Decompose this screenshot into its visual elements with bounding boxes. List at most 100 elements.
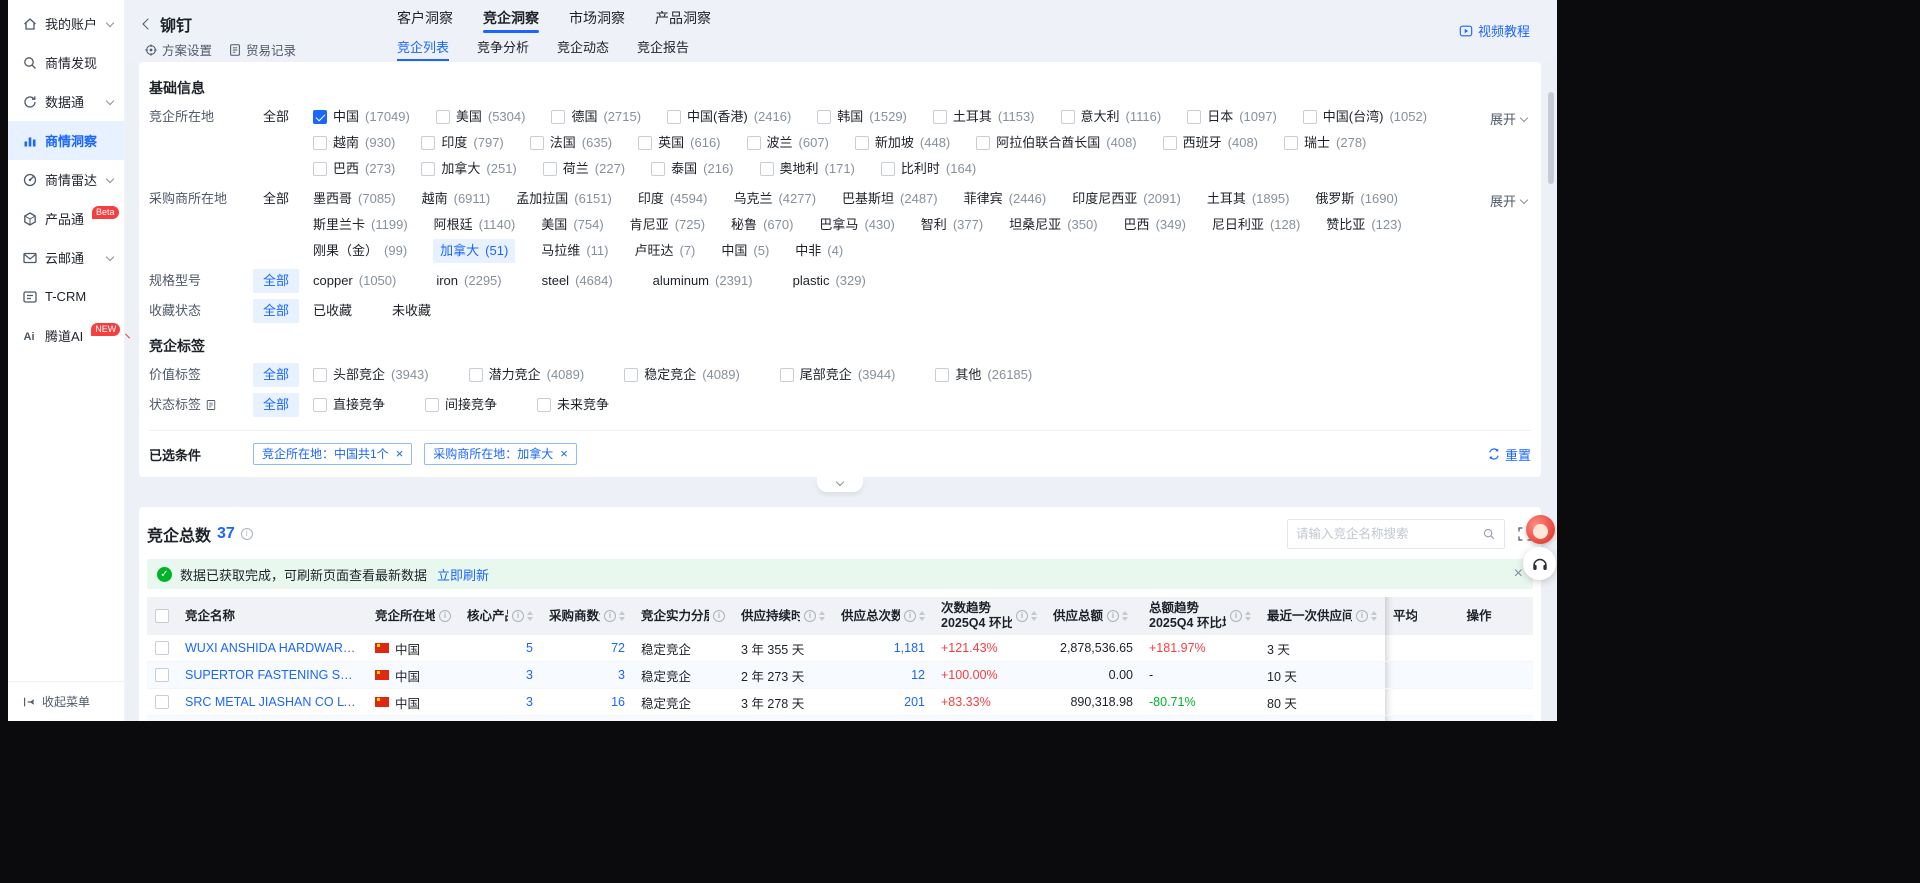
search-icon[interactable]: [1482, 527, 1496, 541]
checkbox[interactable]: [1284, 136, 1298, 150]
filter-option-中国[interactable]: 中国(5): [721, 239, 769, 263]
subtab-竞企报告[interactable]: 竞企报告: [637, 38, 689, 61]
filter-option-巴基斯坦[interactable]: 巴基斯坦(2487): [842, 187, 938, 211]
filter-option-墨西哥[interactable]: 墨西哥(7085): [313, 187, 396, 211]
filter-option-卢旺达[interactable]: 卢旺达(7): [634, 239, 695, 263]
sidebar-item-account[interactable]: 我的账户: [8, 4, 124, 43]
all-option-value-tags[interactable]: 全部: [253, 363, 299, 387]
sort-icon[interactable]: [527, 611, 533, 621]
filter-option-土耳其[interactable]: 土耳其(1895): [1207, 187, 1290, 211]
checkbox[interactable]: [667, 110, 681, 124]
filter-option-日本[interactable]: 日本(1097): [1187, 105, 1277, 129]
row-checkbox[interactable]: [155, 668, 169, 682]
column-header-amount[interactable]: 供应总额i: [1045, 597, 1141, 635]
search-input[interactable]: [1296, 527, 1476, 541]
filter-option-中国[interactable]: 中国(17049): [313, 105, 410, 129]
sort-icon[interactable]: [1031, 611, 1037, 621]
filter-option-间接竞争[interactable]: 间接竞争: [425, 393, 497, 417]
core-products-link[interactable]: 3: [526, 668, 533, 682]
header-action-方案设置[interactable]: 方案设置: [144, 40, 212, 59]
checkbox[interactable]: [425, 398, 439, 412]
all-option-spec-model[interactable]: 全部: [253, 269, 299, 293]
filter-option-plastic[interactable]: plastic(329): [793, 269, 866, 293]
sidebar-item-radar[interactable]: 商情雷达: [8, 160, 124, 199]
filter-option-英国[interactable]: 英国(616): [638, 131, 720, 155]
checkbox[interactable]: [1303, 110, 1317, 124]
checkbox[interactable]: [624, 368, 638, 382]
checkbox[interactable]: [421, 162, 435, 176]
filter-option-奥地利[interactable]: 奥地利(171): [760, 157, 855, 181]
sidebar-item-data-hub[interactable]: 数据通: [8, 82, 124, 121]
filter-option-新加坡[interactable]: 新加坡(448): [855, 131, 950, 155]
filter-option-巴拿马[interactable]: 巴拿马(430): [819, 213, 894, 237]
vertical-scrollbar[interactable]: [1548, 92, 1554, 184]
subtab-竞企动态[interactable]: 竞企动态: [557, 38, 609, 61]
checkbox[interactable]: [551, 110, 565, 124]
back-icon[interactable]: [142, 18, 153, 29]
checkbox[interactable]: [313, 110, 327, 124]
row-checkbox[interactable]: [155, 695, 169, 709]
filter-option-尾部竞企[interactable]: 尾部竞企(3944): [780, 363, 896, 387]
sidebar-item-product-hub[interactable]: 产品通Beta: [8, 199, 124, 238]
filter-option-波兰[interactable]: 波兰(607): [747, 131, 829, 155]
checkbox[interactable]: [881, 162, 895, 176]
buyer-count-link[interactable]: 3: [618, 668, 625, 682]
filter-option-美国[interactable]: 美国(754): [541, 213, 603, 237]
checkbox[interactable]: [935, 368, 949, 382]
filter-option-aluminum[interactable]: aluminum(2391): [653, 269, 753, 293]
filter-option-刚果（金）[interactable]: 刚果（金）(99): [313, 239, 407, 263]
checkbox[interactable]: [638, 136, 652, 150]
column-header-buyers[interactable]: 采购商数量i: [541, 597, 633, 635]
checkbox[interactable]: [537, 398, 551, 412]
subtab-竞争分析[interactable]: 竞争分析: [477, 38, 529, 61]
filter-option-稳定竞企[interactable]: 稳定竞企(4089): [624, 363, 740, 387]
buyer-count-link[interactable]: 16: [611, 695, 625, 709]
sidebar-item-discovery[interactable]: 商情发现: [8, 43, 124, 82]
filter-option-土耳其[interactable]: 土耳其(1153): [933, 105, 1035, 129]
filter-option-iron[interactable]: iron(2295): [436, 269, 501, 293]
filter-option-法国[interactable]: 法国(635): [530, 131, 612, 155]
checkbox[interactable]: [1163, 136, 1177, 150]
filter-option-俄罗斯[interactable]: 俄罗斯(1690): [1315, 187, 1398, 211]
supply-count-link[interactable]: 12: [911, 668, 925, 682]
company-name-link[interactable]: SRC METAL JIASHAN CO LTD: [185, 695, 359, 709]
checkbox[interactable]: [760, 162, 774, 176]
sort-icon[interactable]: [1122, 611, 1128, 621]
row-checkbox[interactable]: [155, 641, 169, 655]
checkbox[interactable]: [313, 136, 327, 150]
table-row[interactable]: WUXI ANSHIDA HARDWARE CO LTD中国572稳定竞企3 年…: [147, 635, 1533, 662]
checkbox[interactable]: [421, 136, 435, 150]
all-option-buyer-location[interactable]: 全部: [253, 187, 299, 211]
column-header-amount_trend[interactable]: 总额趋势2025Q4 环比增...i: [1141, 597, 1259, 635]
collapse-menu-button[interactable]: 收起菜单: [8, 681, 124, 721]
tab-竞企洞察[interactable]: 竞企洞察: [483, 7, 539, 29]
all-option-status-tags[interactable]: 全部: [253, 393, 299, 417]
checkbox[interactable]: [313, 162, 327, 176]
core-products-link[interactable]: 5: [526, 641, 533, 655]
filter-option-瑞士[interactable]: 瑞士(278): [1284, 131, 1366, 155]
checkbox[interactable]: [651, 162, 665, 176]
all-option-company-location[interactable]: 全部: [253, 105, 299, 129]
sidebar-item-insight[interactable]: 商情洞察: [8, 121, 124, 160]
filter-option-西班牙[interactable]: 西班牙(408): [1163, 131, 1258, 155]
company-name-link[interactable]: SUPERTOR FASTENING SHANGHAI...: [185, 668, 359, 682]
filter-option-巴西[interactable]: 巴西(349): [1124, 213, 1186, 237]
filter-option-乌克兰[interactable]: 乌克兰(4277): [733, 187, 816, 211]
checkbox[interactable]: [747, 136, 761, 150]
tab-市场洞察[interactable]: 市场洞察: [569, 7, 625, 29]
tab-产品洞察[interactable]: 产品洞察: [655, 7, 711, 29]
sidebar-item-cloud-mail[interactable]: 云邮通: [8, 238, 124, 277]
filter-option-steel[interactable]: steel(4684): [542, 269, 613, 293]
checkbox[interactable]: [855, 136, 869, 150]
checkbox[interactable]: [469, 368, 483, 382]
close-icon[interactable]: ×: [1514, 566, 1523, 582]
filter-option-泰国[interactable]: 泰国(216): [651, 157, 733, 181]
filter-option-美国[interactable]: 美国(5304): [436, 105, 526, 129]
filter-option-比利时[interactable]: 比利时(164): [881, 157, 976, 181]
company-name-link[interactable]: WUXI ANSHIDA HARDWARE CO LTD: [185, 641, 359, 655]
collapse-filters-button[interactable]: [817, 477, 863, 492]
filter-option-秘鲁[interactable]: 秘鲁(670): [731, 213, 793, 237]
filter-option-其他[interactable]: 其他(26185): [935, 363, 1032, 387]
column-header-duration[interactable]: 供应持续时间i: [733, 597, 833, 635]
filter-option-印度[interactable]: 印度(797): [421, 131, 503, 155]
